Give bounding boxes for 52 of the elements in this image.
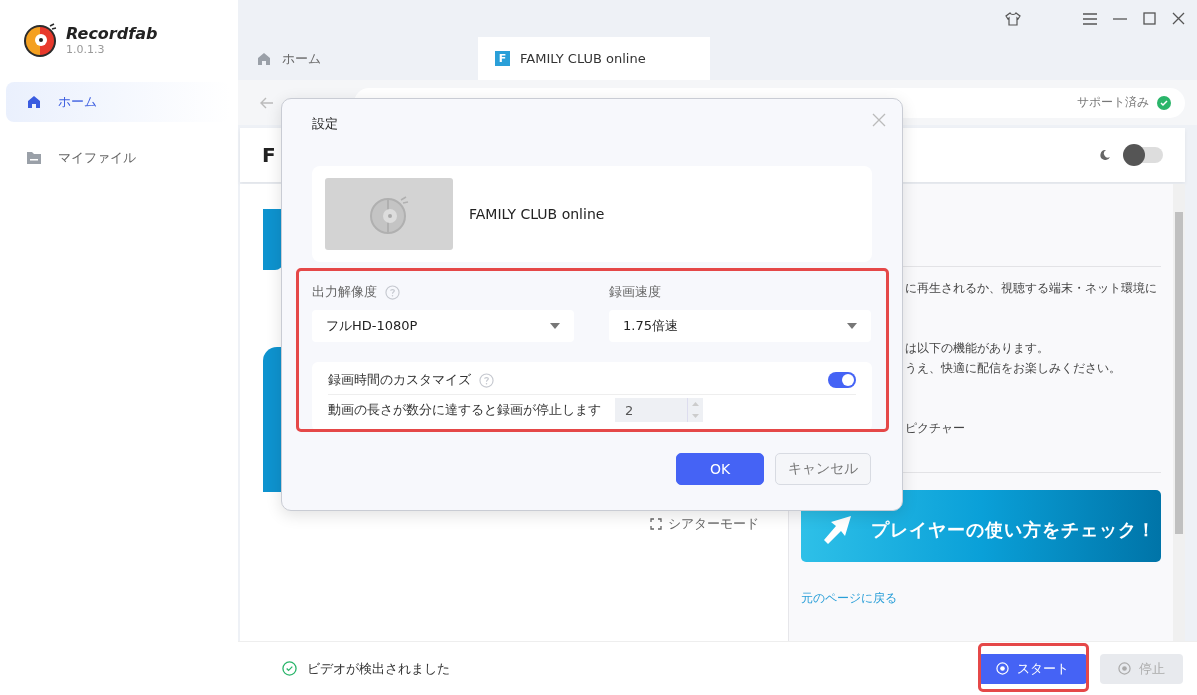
scrollbar[interactable] bbox=[1173, 184, 1185, 641]
folder-icon bbox=[26, 151, 42, 165]
back-link[interactable]: 元のページに戻る bbox=[801, 590, 897, 607]
caret-icon bbox=[550, 323, 560, 329]
field-label: 録画速度 bbox=[609, 283, 661, 301]
panel-text: ピクチャー bbox=[905, 420, 966, 437]
record-icon bbox=[1118, 662, 1131, 675]
field-label: 出力解像度 bbox=[312, 283, 377, 301]
record-icon bbox=[996, 662, 1009, 675]
custom-time-label: 録画時間のカスタマイズ bbox=[328, 371, 471, 389]
support-status: サポート済み bbox=[1077, 94, 1149, 111]
check-circle-icon bbox=[282, 661, 297, 676]
stop-duration-label: 動画の長さが数分に達すると録画が停止します bbox=[328, 401, 601, 419]
panel-text: は以下の機能があります。 bbox=[905, 340, 1050, 357]
shirt-icon[interactable] bbox=[1005, 11, 1021, 26]
panel-text: に再生されるか、視聴する端末・ネット環境に bbox=[905, 280, 1158, 297]
minimize-icon[interactable] bbox=[1113, 17, 1127, 20]
app-version: 1.0.1.3 bbox=[66, 42, 106, 56]
theater-mode-label[interactable]: シアターモード bbox=[668, 515, 759, 533]
page-heading: F bbox=[262, 143, 276, 167]
video-title: FAMILY CLUB online bbox=[469, 206, 605, 222]
browser-tab[interactable]: F FAMILY CLUB online bbox=[478, 37, 710, 80]
home-icon bbox=[26, 94, 42, 110]
maximize-icon[interactable] bbox=[1143, 12, 1156, 25]
home-icon bbox=[256, 50, 272, 67]
help-icon[interactable] bbox=[479, 372, 494, 388]
check-icon bbox=[1157, 95, 1171, 110]
custom-time-toggle[interactable] bbox=[828, 372, 856, 388]
theater-mode-icon bbox=[650, 518, 662, 530]
cancel-button[interactable]: キャンセル bbox=[775, 453, 871, 485]
panel-text: うえ、快適に配信をお楽しみください。 bbox=[905, 360, 1122, 377]
dark-mode-toggle[interactable] bbox=[1125, 147, 1163, 163]
moon-icon bbox=[1099, 149, 1111, 161]
caret-icon bbox=[847, 323, 857, 329]
status-message: ビデオが検出されました bbox=[307, 659, 451, 678]
speed-dropdown[interactable]: 1.75倍速 bbox=[609, 310, 871, 342]
resolution-dropdown[interactable]: フルHD-1080P bbox=[312, 310, 574, 342]
sidebar-item[interactable]: マイファイル bbox=[6, 138, 230, 178]
browser-tab[interactable]: ホーム bbox=[246, 37, 478, 80]
app-name: Recordfab bbox=[66, 24, 158, 43]
help-icon[interactable] bbox=[385, 284, 400, 300]
parrot-logo-icon bbox=[22, 22, 58, 58]
arrow-icon bbox=[821, 514, 853, 546]
page-graphic bbox=[263, 209, 283, 270]
start-button[interactable]: スタート bbox=[978, 653, 1087, 684]
dialog-title: 設定 bbox=[312, 115, 339, 133]
menu-icon[interactable] bbox=[1083, 12, 1097, 25]
back-arrow-icon[interactable] bbox=[260, 96, 274, 109]
disc-icon bbox=[368, 194, 410, 234]
site-favicon: F bbox=[495, 51, 510, 66]
ok-button[interactable]: OK bbox=[676, 453, 764, 485]
close-icon[interactable] bbox=[1172, 12, 1185, 25]
